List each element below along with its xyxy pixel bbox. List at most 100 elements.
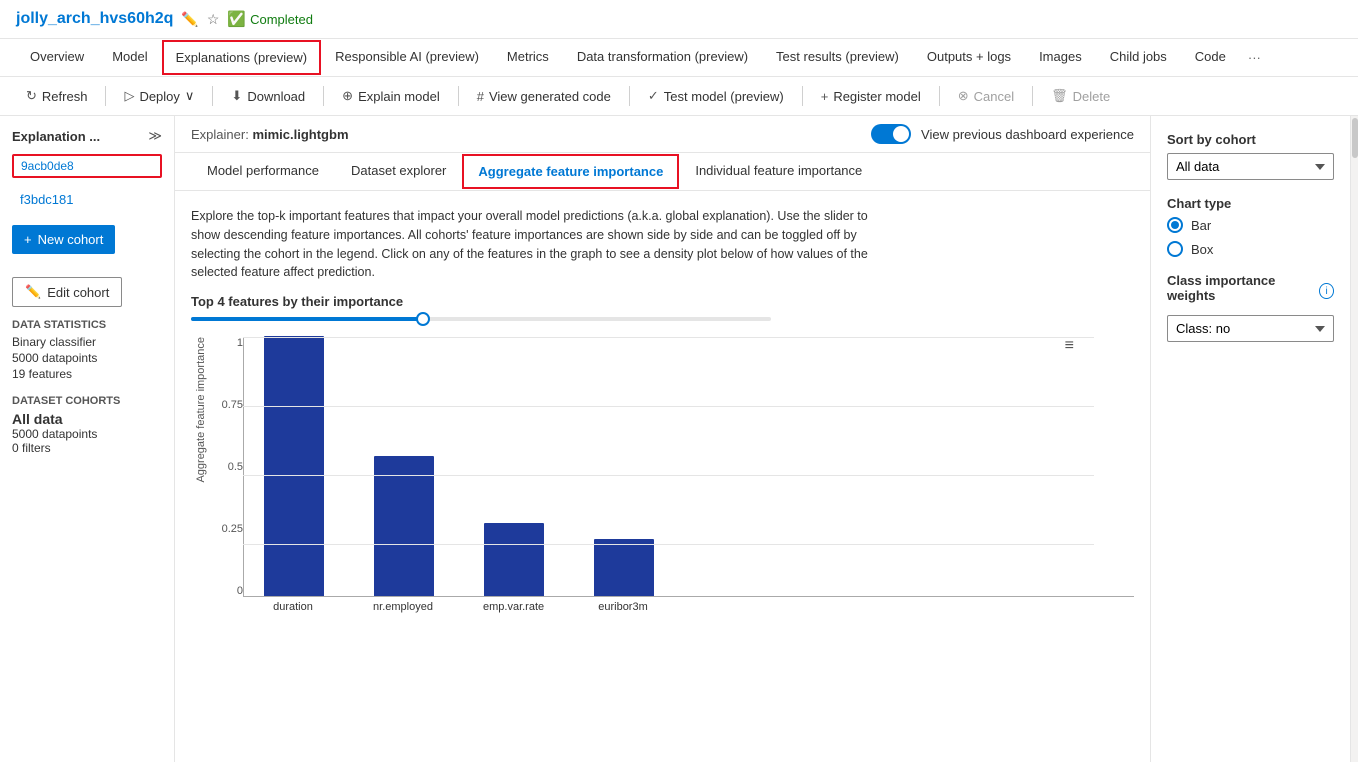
tab-explanations[interactable]: Explanations (preview) (162, 40, 322, 75)
explainer-value: mimic.lightgbm (252, 127, 348, 142)
right-sidebar: Sort by cohort All data 9acb0de8 f3bdc18… (1150, 116, 1350, 762)
x-label-euribor3m: euribor3m (593, 601, 653, 613)
delete-label: Delete (1073, 89, 1111, 104)
register-model-button[interactable]: + Register model (811, 84, 931, 109)
y-tick-075: 0.75 (222, 399, 243, 411)
new-cohort-button[interactable]: + New cohort (12, 225, 115, 254)
bar-nr-employed-rect (374, 456, 434, 596)
bar-radio[interactable] (1167, 217, 1183, 233)
class-importance-info-icon[interactable]: i (1319, 283, 1334, 299)
download-label: Download (247, 89, 305, 104)
test-model-button[interactable]: ✓ Test model (preview) (638, 83, 794, 109)
left-panel: Explanation ... ≫ 9acb0de8 f3bdc181 + Ne… (0, 116, 175, 762)
bar-nr-employed[interactable] (374, 456, 434, 596)
tab-test-results[interactable]: Test results (preview) (762, 39, 913, 76)
cancel-icon: ⊗ (958, 88, 969, 104)
new-cohort-label: New cohort (38, 232, 104, 247)
box-radio[interactable] (1167, 241, 1183, 257)
tab-child-jobs[interactable]: Child jobs (1096, 39, 1181, 76)
nav-more-icon[interactable]: ··· (1240, 40, 1269, 75)
chart-type-bar[interactable]: Bar (1167, 217, 1334, 233)
status-badge: ✅ Completed (227, 10, 313, 28)
cohort-all-data-name: All data (12, 411, 162, 427)
tab-model[interactable]: Model (98, 39, 161, 76)
data-stats-title: DATA STATISTICS (12, 319, 162, 331)
chart-type-section: Chart type Bar Box (1167, 196, 1334, 257)
slider-thumb[interactable] (416, 312, 430, 326)
left-panel-header: Explanation ... ≫ (12, 128, 162, 144)
cancel-label: Cancel (974, 89, 1014, 104)
subtab-model-performance[interactable]: Model performance (191, 153, 335, 190)
toolbar-separator-7 (939, 86, 940, 106)
toolbar-separator-1 (105, 86, 106, 106)
x-label-duration: duration (263, 601, 323, 613)
nav-tabs: Overview Model Explanations (preview) Re… (0, 39, 1358, 77)
chart-type-box[interactable]: Box (1167, 241, 1334, 257)
subtab-dataset-explorer[interactable]: Dataset explorer (335, 153, 462, 190)
check-icon: ✅ (227, 10, 246, 28)
bar-emp-var-rate[interactable] (484, 523, 544, 596)
bar-emp-var-rate-rect (484, 523, 544, 596)
tab-overview[interactable]: Overview (16, 39, 98, 76)
tab-images[interactable]: Images (1025, 39, 1096, 76)
tab-outputs-logs[interactable]: Outputs + logs (913, 39, 1025, 76)
bar-duration[interactable] (264, 336, 324, 596)
dashboard-toggle-label: View previous dashboard experience (921, 127, 1134, 142)
class-importance-label: Class importance weights (1167, 273, 1313, 303)
bar-euribor3m-rect (594, 539, 654, 596)
cohort-item-2[interactable]: f3bdc181 (12, 188, 162, 211)
deploy-button[interactable]: ▷ Deploy ∨ (114, 83, 204, 109)
download-button[interactable]: ⬇ Download (221, 83, 315, 109)
register-icon: + (821, 89, 829, 104)
cohort-item-selected[interactable]: 9acb0de8 (12, 154, 162, 178)
tab-data-transformation[interactable]: Data transformation (preview) (563, 39, 762, 76)
feature-count-slider[interactable] (191, 317, 771, 321)
plus-icon: + (24, 232, 32, 247)
view-code-button[interactable]: # View generated code (467, 84, 621, 109)
sub-tabs: Model performance Dataset explorer Aggre… (175, 153, 1150, 191)
favorite-icon[interactable]: ☆ (207, 11, 220, 28)
refresh-icon: ↻ (26, 88, 37, 104)
test-icon: ✓ (648, 88, 659, 104)
toolbar-separator-3 (323, 86, 324, 106)
dataset-cohorts-title: DATASET COHORTS (12, 395, 162, 407)
edit-cohort-button[interactable]: ✏️ Edit cohort (12, 277, 122, 307)
classifier-type: Binary classifier (12, 335, 162, 349)
y-tick-05: 0.5 (228, 461, 243, 473)
delete-button[interactable]: 🗑 Delete (1041, 83, 1120, 109)
tab-responsible-ai[interactable]: Responsible AI (preview) (321, 39, 493, 76)
refresh-button[interactable]: ↻ Refresh (16, 83, 97, 109)
bar-duration-rect (264, 336, 324, 596)
cancel-button[interactable]: ⊗ Cancel (948, 83, 1024, 109)
view-code-label: View generated code (489, 89, 611, 104)
sort-by-cohort-select[interactable]: All data 9acb0de8 f3bdc181 (1167, 153, 1334, 180)
test-label: Test model (preview) (664, 89, 784, 104)
edit-title-icon[interactable]: ✏️ (181, 11, 198, 28)
expand-icon[interactable]: ≫ (148, 128, 162, 144)
dashboard-toggle[interactable] (871, 124, 911, 144)
class-importance-header: Class importance weights i (1167, 273, 1334, 309)
edit-cohort-label: Edit cohort (47, 285, 109, 300)
refresh-label: Refresh (42, 89, 88, 104)
tab-code[interactable]: Code (1181, 39, 1240, 76)
data-statistics: DATA STATISTICS Binary classifier 5000 d… (12, 319, 162, 381)
bar-label: Bar (1191, 218, 1211, 233)
subtab-individual-feature-importance[interactable]: Individual feature importance (679, 153, 878, 190)
explain-model-button[interactable]: ⊕ Explain model (332, 83, 450, 109)
scroll-bar[interactable] (1350, 116, 1358, 762)
toolbar-separator-8 (1032, 86, 1033, 106)
code-icon: # (477, 89, 484, 104)
scrollbar-thumb[interactable] (1352, 118, 1358, 158)
slider-track (191, 317, 423, 321)
tab-metrics[interactable]: Metrics (493, 39, 563, 76)
class-importance-select[interactable]: Class: no Class: yes (1167, 315, 1334, 342)
dataset-cohorts: DATASET COHORTS All data 5000 datapoints… (12, 395, 162, 455)
x-label-emp-var-rate: emp.var.rate (483, 601, 543, 613)
bar-euribor3m[interactable] (594, 539, 654, 596)
top-header: jolly_arch_hvs60h2q ✏️ ☆ ✅ Completed (0, 0, 1358, 39)
toolbar: ↻ Refresh ▷ Deploy ∨ ⬇ Download ⊕ Explai… (0, 77, 1358, 116)
x-label-nr-employed: nr.employed (373, 601, 433, 613)
sort-by-cohort-section: Sort by cohort All data 9acb0de8 f3bdc18… (1167, 132, 1334, 180)
subtab-aggregate-feature-importance[interactable]: Aggregate feature importance (462, 154, 679, 189)
explain-icon: ⊕ (342, 88, 353, 104)
